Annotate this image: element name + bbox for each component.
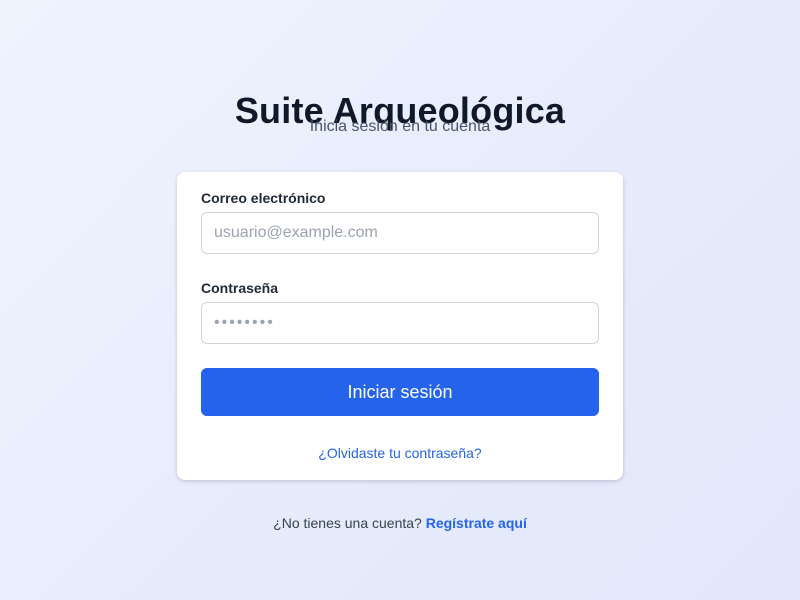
login-card: Correo electrónico Contraseña Iniciar se…: [177, 172, 623, 480]
password-label: Contraseña: [201, 280, 279, 296]
no-account-text: ¿No tienes una cuenta?: [273, 515, 422, 531]
signup-link[interactable]: Regístrate aquí: [426, 515, 527, 531]
forgot-password-row: ¿Olvidaste tu contraseña?: [177, 444, 623, 462]
email-field[interactable]: [201, 212, 599, 254]
page-subtitle: Inicia sesión en tu cuenta: [309, 118, 491, 135]
login-button[interactable]: Iniciar sesión: [201, 368, 599, 416]
signup-prompt: ¿No tienes una cuenta? Regístrate aquí: [0, 514, 800, 532]
password-field[interactable]: [201, 302, 599, 344]
forgot-password-link[interactable]: ¿Olvidaste tu contraseña?: [318, 445, 481, 461]
email-label: Correo electrónico: [201, 190, 326, 206]
